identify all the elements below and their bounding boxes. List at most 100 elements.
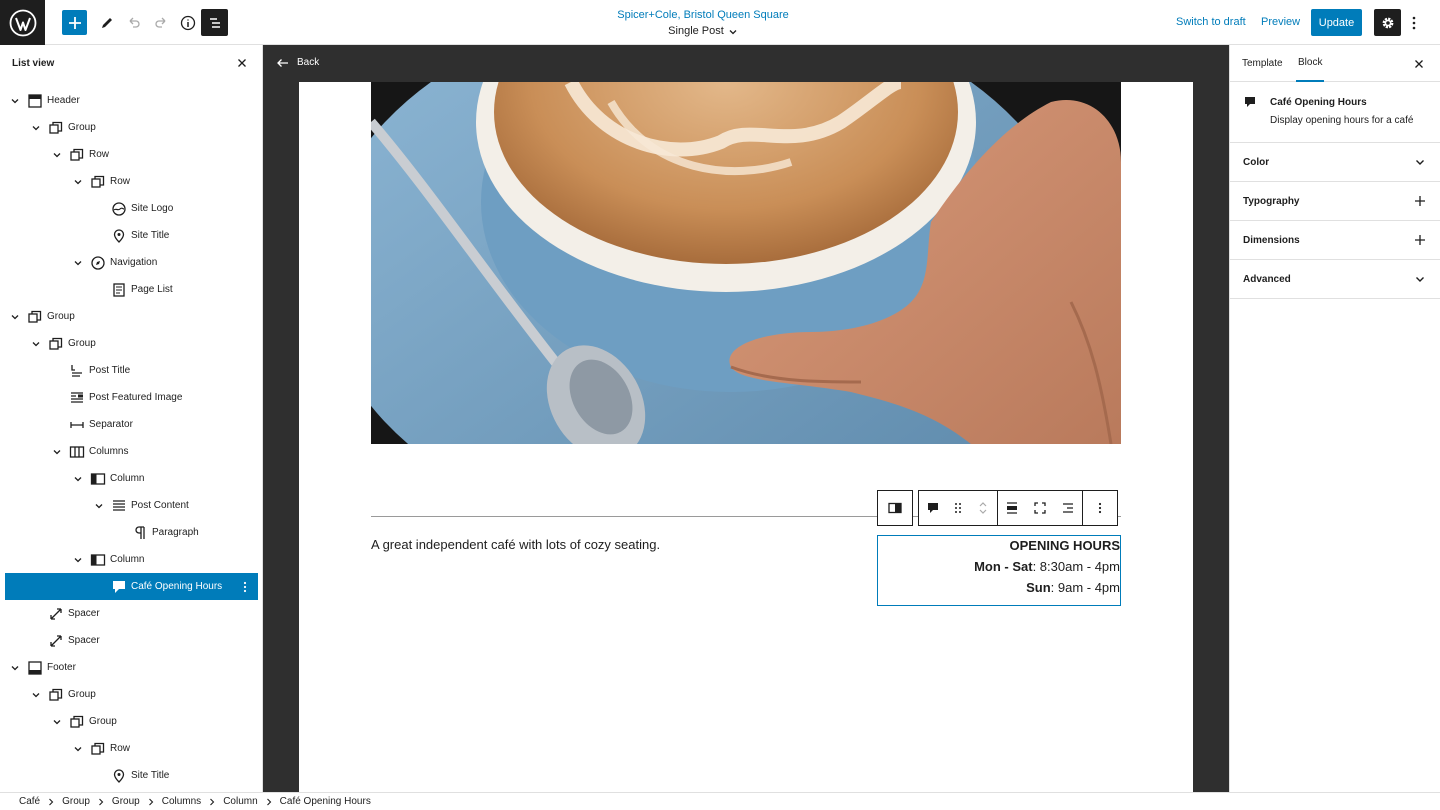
list-view-item[interactable]: Header xyxy=(5,87,258,114)
list-view-item[interactable]: Group xyxy=(5,330,258,357)
document-title[interactable]: Spicer+Cole, Bristol Queen Square Single… xyxy=(540,9,866,38)
expand-chevron-icon[interactable] xyxy=(9,311,21,323)
breadcrumb-item[interactable]: Group xyxy=(112,796,140,807)
expand-chevron-icon[interactable] xyxy=(51,446,63,458)
details-button[interactable] xyxy=(174,9,201,36)
breadcrumb-item[interactable]: Café Opening Hours xyxy=(280,796,371,807)
panel-label: Color xyxy=(1243,157,1270,168)
block-type-button[interactable] xyxy=(919,491,947,525)
block-card-description: Display opening hours for a café xyxy=(1270,115,1414,126)
list-view-item-label: Café Opening Hours xyxy=(131,581,223,592)
select-parent-button[interactable] xyxy=(878,491,912,525)
close-list-view-button[interactable] xyxy=(234,55,250,71)
list-view-item[interactable]: Paragraph xyxy=(5,519,258,546)
list-view-item[interactable]: Column xyxy=(5,546,258,573)
tab-template[interactable]: Template xyxy=(1242,45,1283,82)
list-view-item[interactable]: Spacer xyxy=(5,627,258,654)
expand-chevron-icon[interactable] xyxy=(9,662,21,674)
breadcrumb-item[interactable]: Café xyxy=(19,796,40,807)
full-height-button[interactable] xyxy=(1026,491,1054,525)
drag-handle[interactable] xyxy=(947,491,969,525)
undo-button[interactable] xyxy=(120,9,147,36)
list-view-title: List view xyxy=(12,57,55,69)
chevron-down-icon xyxy=(1413,272,1427,286)
expand-chevron-icon[interactable] xyxy=(72,743,84,755)
list-view-item[interactable]: Separator xyxy=(5,411,258,438)
list-view-item[interactable]: Columns xyxy=(5,438,258,465)
list-view-item[interactable]: Page List xyxy=(5,276,258,303)
panel-typography[interactable]: Typography xyxy=(1230,182,1440,221)
list-view-item-label: Column xyxy=(110,473,145,484)
expand-chevron-icon[interactable] xyxy=(30,122,42,134)
move-buttons[interactable] xyxy=(969,491,997,525)
list-view-item[interactable]: Site Title xyxy=(5,762,258,789)
list-view-item[interactable]: Group xyxy=(5,303,258,330)
list-view-item[interactable]: Site Logo xyxy=(5,195,258,222)
redo-button[interactable] xyxy=(147,9,174,36)
list-view-item[interactable]: Row xyxy=(5,735,258,762)
expand-chevron-icon[interactable] xyxy=(72,473,84,485)
panel-dimensions[interactable]: Dimensions xyxy=(1230,221,1440,260)
expand-chevron-icon[interactable] xyxy=(93,500,105,512)
panel-label: Typography xyxy=(1243,196,1300,207)
list-view-item[interactable]: Post Content xyxy=(5,492,258,519)
close-sidebar-button[interactable] xyxy=(1411,56,1427,72)
justify-button[interactable] xyxy=(1054,491,1082,525)
expand-chevron-icon[interactable] xyxy=(30,338,42,350)
list-view-item[interactable]: Group xyxy=(5,681,258,708)
navigation-icon xyxy=(90,255,106,271)
update-button[interactable]: Update xyxy=(1311,9,1362,36)
breadcrumb-item[interactable]: Group xyxy=(62,796,90,807)
list-view-item[interactable]: Group xyxy=(5,708,258,735)
expand-chevron-icon[interactable] xyxy=(9,95,21,107)
chevron-down-icon xyxy=(979,509,987,514)
list-view-item[interactable]: Group xyxy=(5,114,258,141)
template-selector[interactable]: Single Post xyxy=(668,25,738,38)
list-view-item[interactable]: Post Featured Image xyxy=(5,384,258,411)
wordpress-logo-button[interactable] xyxy=(0,0,45,45)
preview-button[interactable]: Preview xyxy=(1261,16,1300,28)
back-button[interactable]: Back xyxy=(276,57,319,68)
expand-chevron-icon[interactable] xyxy=(72,554,84,566)
options-menu-button[interactable] xyxy=(1405,9,1423,36)
undo-icon xyxy=(129,17,140,28)
site-name-link[interactable]: Spicer+Cole, Bristol Queen Square xyxy=(540,9,866,22)
list-view-item[interactable]: Site Title xyxy=(5,222,258,249)
list-view-item-label: Site Title xyxy=(131,230,170,241)
list-view-item[interactable]: Spacer xyxy=(5,600,258,627)
align-button[interactable] xyxy=(998,491,1026,525)
panel-advanced[interactable]: Advanced xyxy=(1230,260,1440,299)
expand-chevron-icon[interactable] xyxy=(30,689,42,701)
list-view-item-label: Site Title xyxy=(131,770,170,781)
switch-to-draft-button[interactable]: Switch to draft xyxy=(1176,16,1246,28)
list-view-item[interactable]: Navigation xyxy=(5,249,258,276)
expand-chevron-icon[interactable] xyxy=(51,149,63,161)
panel-color[interactable]: Color xyxy=(1230,143,1440,182)
expand-chevron-icon[interactable] xyxy=(51,716,63,728)
paragraph-block[interactable]: A great independent café with lots of co… xyxy=(371,537,660,552)
columns-icon xyxy=(69,444,85,460)
list-view-item-options-button[interactable] xyxy=(240,579,250,595)
editor-header: Spicer+Cole, Bristol Queen Square Single… xyxy=(0,0,1440,45)
list-view-item[interactable]: Post Title xyxy=(5,357,258,384)
add-block-button[interactable] xyxy=(62,10,87,35)
list-view-header: List view xyxy=(0,45,262,81)
expand-chevron-icon[interactable] xyxy=(72,257,84,269)
list-view-item[interactable]: Column xyxy=(5,465,258,492)
list-view-item[interactable]: Row xyxy=(5,168,258,195)
breadcrumb-item[interactable]: Column xyxy=(223,796,257,807)
list-view-item[interactable]: Café Opening Hours xyxy=(5,573,258,600)
list-view-item[interactable]: Row xyxy=(5,141,258,168)
tab-block[interactable]: Block xyxy=(1296,45,1325,82)
breadcrumb-item[interactable]: Columns xyxy=(162,796,201,807)
edit-tools-button[interactable] xyxy=(93,9,120,36)
block-options-button[interactable] xyxy=(1083,491,1117,525)
settings-button[interactable] xyxy=(1374,9,1401,36)
expand-chevron-icon[interactable] xyxy=(72,176,84,188)
weekday-times: : 8:30am - 4pm xyxy=(1032,559,1120,574)
list-view-item[interactable]: Footer xyxy=(5,654,258,681)
list-view-item-label: Paragraph xyxy=(152,527,199,538)
list-view-toggle-button[interactable] xyxy=(201,9,228,36)
post-featured-image[interactable] xyxy=(371,82,1121,444)
cafe-opening-hours-block[interactable]: OPENING HOURS Mon - Sat: 8:30am - 4pm Su… xyxy=(877,535,1121,606)
